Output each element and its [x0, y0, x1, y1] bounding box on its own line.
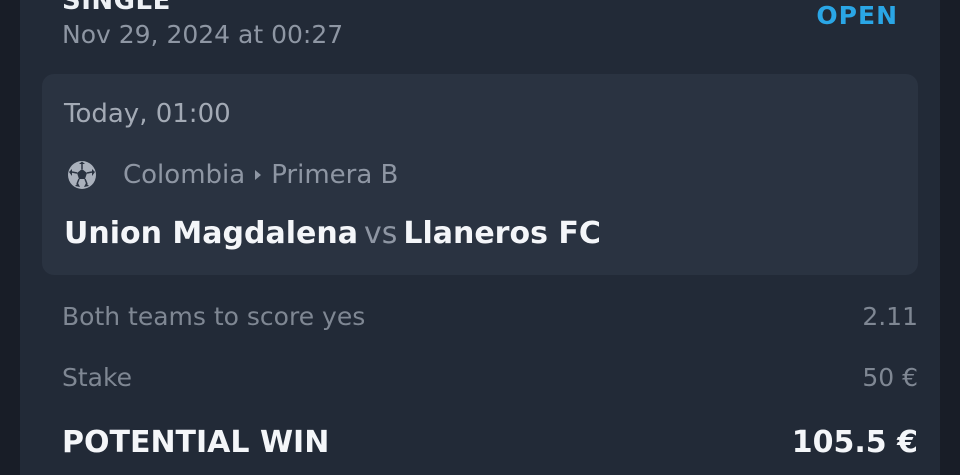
home-team: Union Magdalena [64, 216, 358, 251]
away-team: Llaneros FC [403, 216, 601, 251]
caret-right-icon [255, 170, 262, 180]
stake-label: Stake [62, 363, 132, 392]
event-country: Colombia [123, 160, 246, 190]
selection-odds: 2.11 [862, 302, 918, 331]
bet-card[interactable]: SINGLE OPEN Nov 29, 2024 at 00:27 Today,… [20, 0, 940, 475]
event-details[interactable]: Today, 01:00 Colombia Primera B Union Ma… [42, 74, 918, 275]
potential-win-row: POTENTIAL WIN 105.5 € [62, 425, 918, 460]
soccer-ball-icon [68, 161, 96, 189]
potential-win-value: 105.5 € [791, 425, 918, 460]
versus-label: vs [363, 216, 398, 251]
event-league: Primera B [271, 160, 399, 190]
stake-row: Stake 50 € [62, 363, 918, 392]
event-kickoff-time: Today, 01:00 [64, 99, 231, 129]
event-matchup: Union Magdalena vs Llaneros FC [64, 216, 601, 251]
stake-value: 50 € [862, 363, 918, 392]
potential-win-label: POTENTIAL WIN [62, 425, 330, 460]
selection-market: Both teams to score yes [62, 302, 366, 331]
bet-placed-timestamp: Nov 29, 2024 at 00:27 [62, 20, 344, 49]
selection-row: Both teams to score yes 2.11 [62, 302, 918, 331]
bet-status-badge: OPEN [816, 1, 898, 30]
league-breadcrumb: Colombia Primera B [66, 158, 398, 192]
bet-type-label: SINGLE [62, 0, 171, 16]
